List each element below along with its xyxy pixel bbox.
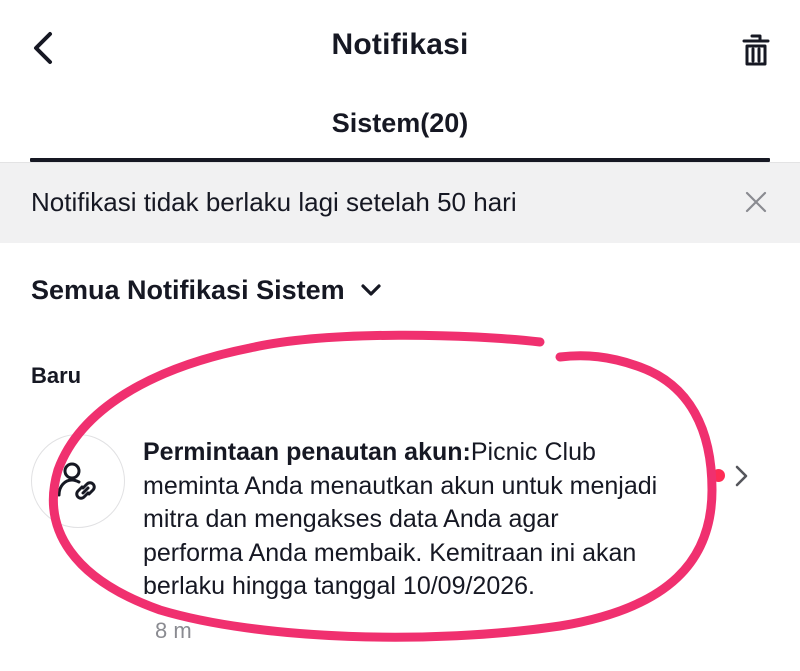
page-title: Notifikasi	[331, 28, 469, 61]
banner-text: Notifikasi tidak berlaku lagi setelah 50…	[31, 187, 517, 217]
section-label: Baru	[31, 363, 82, 388]
banner-close-button[interactable]	[740, 186, 772, 218]
close-icon	[745, 191, 767, 213]
chevron-right-icon	[735, 465, 748, 487]
account-link-icon	[57, 462, 96, 500]
notification-avatar	[31, 434, 125, 528]
chevron-down-icon	[361, 284, 381, 296]
trash-icon	[742, 34, 770, 66]
notification-text: Permintaan penautan akun:Picnic Club mem…	[143, 436, 663, 604]
notification-time: 8 m	[155, 618, 192, 643]
tab-system[interactable]: Sistem(20)	[30, 104, 770, 162]
delete-button[interactable]	[736, 30, 776, 70]
unread-dot	[712, 469, 725, 482]
notification-item[interactable]: Permintaan penautan akun:Picnic Club mem…	[0, 420, 800, 671]
info-banner: Notifikasi tidak berlaku lagi setelah 50…	[0, 163, 800, 243]
tab-label: Sistem(20)	[331, 108, 469, 138]
header: Notifikasi	[0, 0, 800, 96]
notification-filter-dropdown[interactable]: Semua Notifikasi Sistem	[31, 270, 383, 310]
filter-label: Semua Notifikasi Sistem	[31, 274, 345, 305]
notification-title: Permintaan penautan akun:	[143, 438, 471, 466]
